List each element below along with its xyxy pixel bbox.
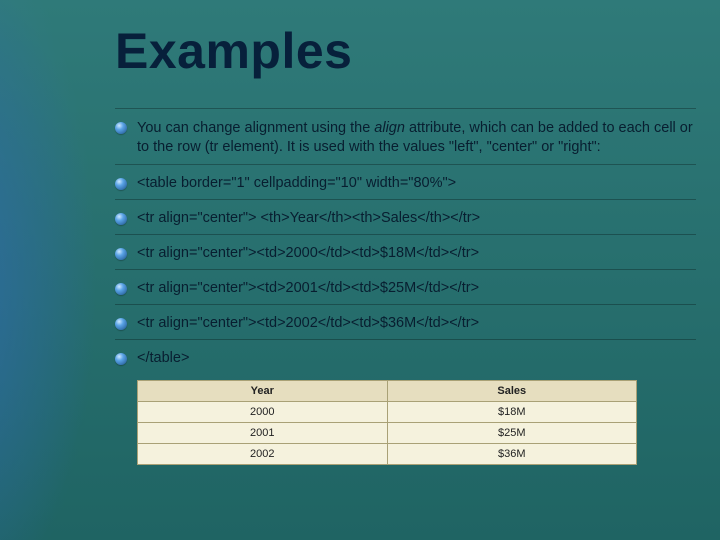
- cell-sales: $25M: [387, 423, 637, 444]
- divider: [115, 234, 696, 235]
- divider: [115, 269, 696, 270]
- code-row-1: <tr align="center"> <th>Year</th><th>Sal…: [115, 210, 696, 226]
- code-line: <tr align="center"><td>2001</td><td>$25M…: [137, 280, 479, 296]
- bullet-icon: [115, 213, 127, 225]
- divider: [115, 164, 696, 165]
- col-sales: Sales: [387, 381, 637, 402]
- table-row: 2001 $25M: [138, 423, 637, 444]
- cell-year: 2000: [138, 402, 388, 423]
- code-row-0: <table border="1" cellpadding="10" width…: [115, 175, 696, 191]
- intro-row: You can change alignment using the align…: [115, 119, 696, 156]
- code-row-2: <tr align="center"><td>2000</td><td>$18M…: [115, 245, 696, 261]
- code-line: <tr align="center"><td>2002</td><td>$36M…: [137, 315, 479, 331]
- table-row: 2002 $36M: [138, 444, 637, 465]
- cell-year: 2002: [138, 444, 388, 465]
- bullet-icon: [115, 318, 127, 330]
- cell-sales: $18M: [387, 402, 637, 423]
- rendered-table: Year Sales 2000 $18M 2001 $25M 2002 $36M: [137, 380, 637, 465]
- col-year: Year: [138, 381, 388, 402]
- table-header-row: Year Sales: [138, 381, 637, 402]
- code-row-3: <tr align="center"><td>2001</td><td>$25M…: [115, 280, 696, 296]
- bullet-icon: [115, 248, 127, 260]
- intro-before: You can change alignment using the: [137, 120, 374, 136]
- cell-sales: $36M: [387, 444, 637, 465]
- bullet-icon: [115, 283, 127, 295]
- code-line: </table>: [137, 350, 189, 366]
- table-row: 2000 $18M: [138, 402, 637, 423]
- intro-text: You can change alignment using the align…: [137, 119, 696, 156]
- code-line: <table border="1" cellpadding="10" width…: [137, 175, 456, 191]
- code-line: <tr align="center"><td>2000</td><td>$18M…: [137, 245, 479, 261]
- bullet-icon: [115, 178, 127, 190]
- code-row-5: </table>: [115, 350, 696, 366]
- slide-title: Examples: [115, 22, 696, 80]
- divider: [115, 108, 696, 109]
- divider: [115, 339, 696, 340]
- bullet-icon: [115, 122, 127, 134]
- bullet-icon: [115, 353, 127, 365]
- divider: [115, 304, 696, 305]
- intro-italic: align: [374, 120, 405, 136]
- cell-year: 2001: [138, 423, 388, 444]
- divider: [115, 199, 696, 200]
- code-row-4: <tr align="center"><td>2002</td><td>$36M…: [115, 315, 696, 331]
- slide-content: Examples You can change alignment using …: [115, 22, 696, 465]
- code-line: <tr align="center"> <th>Year</th><th>Sal…: [137, 210, 480, 226]
